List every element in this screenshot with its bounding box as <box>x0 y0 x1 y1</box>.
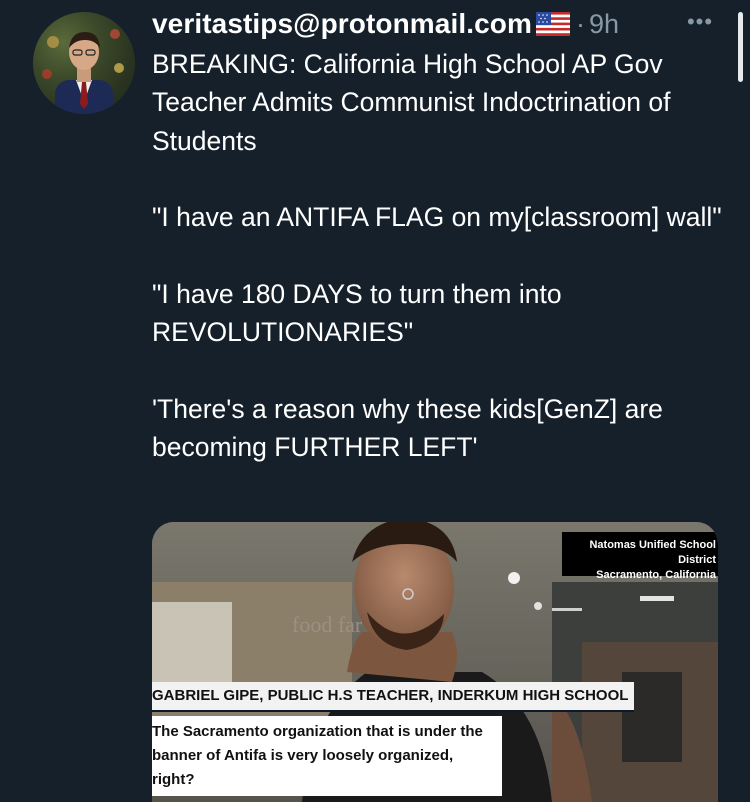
background-sign-text: food far <box>292 612 363 637</box>
name-lower-third: GABRIEL GIPE, PUBLIC H.S TEACHER, INDERK… <box>152 682 635 712</box>
tweet-header: veritastips@protonmail.com · 9h <box>152 6 619 42</box>
username[interactable]: veritastips@protonmail.com <box>152 8 532 40</box>
tweet-media-video[interactable]: food far Natomas Unified School District… <box>152 522 718 802</box>
scrollbar[interactable] <box>738 12 743 82</box>
tweet-text: BREAKING: California High School AP Gov … <box>152 49 722 462</box>
location-overlay: Natomas Unified School District Sacramen… <box>562 532 718 581</box>
avatar[interactable] <box>33 12 135 114</box>
location-line-1: Natomas Unified School District <box>589 539 716 566</box>
timestamp[interactable]: 9h <box>589 9 619 40</box>
us-flag-icon <box>536 12 570 36</box>
more-horizontal-icon[interactable]: ••• <box>683 10 717 34</box>
avatar-image <box>42 29 124 114</box>
video-caption: The Sacramento organization that is unde… <box>152 716 502 796</box>
tweet[interactable]: veritastips@protonmail.com · 9h ••• BREA… <box>0 0 750 802</box>
header-separator: · <box>576 8 585 39</box>
location-line-2: Sacramento, California <box>596 569 716 581</box>
